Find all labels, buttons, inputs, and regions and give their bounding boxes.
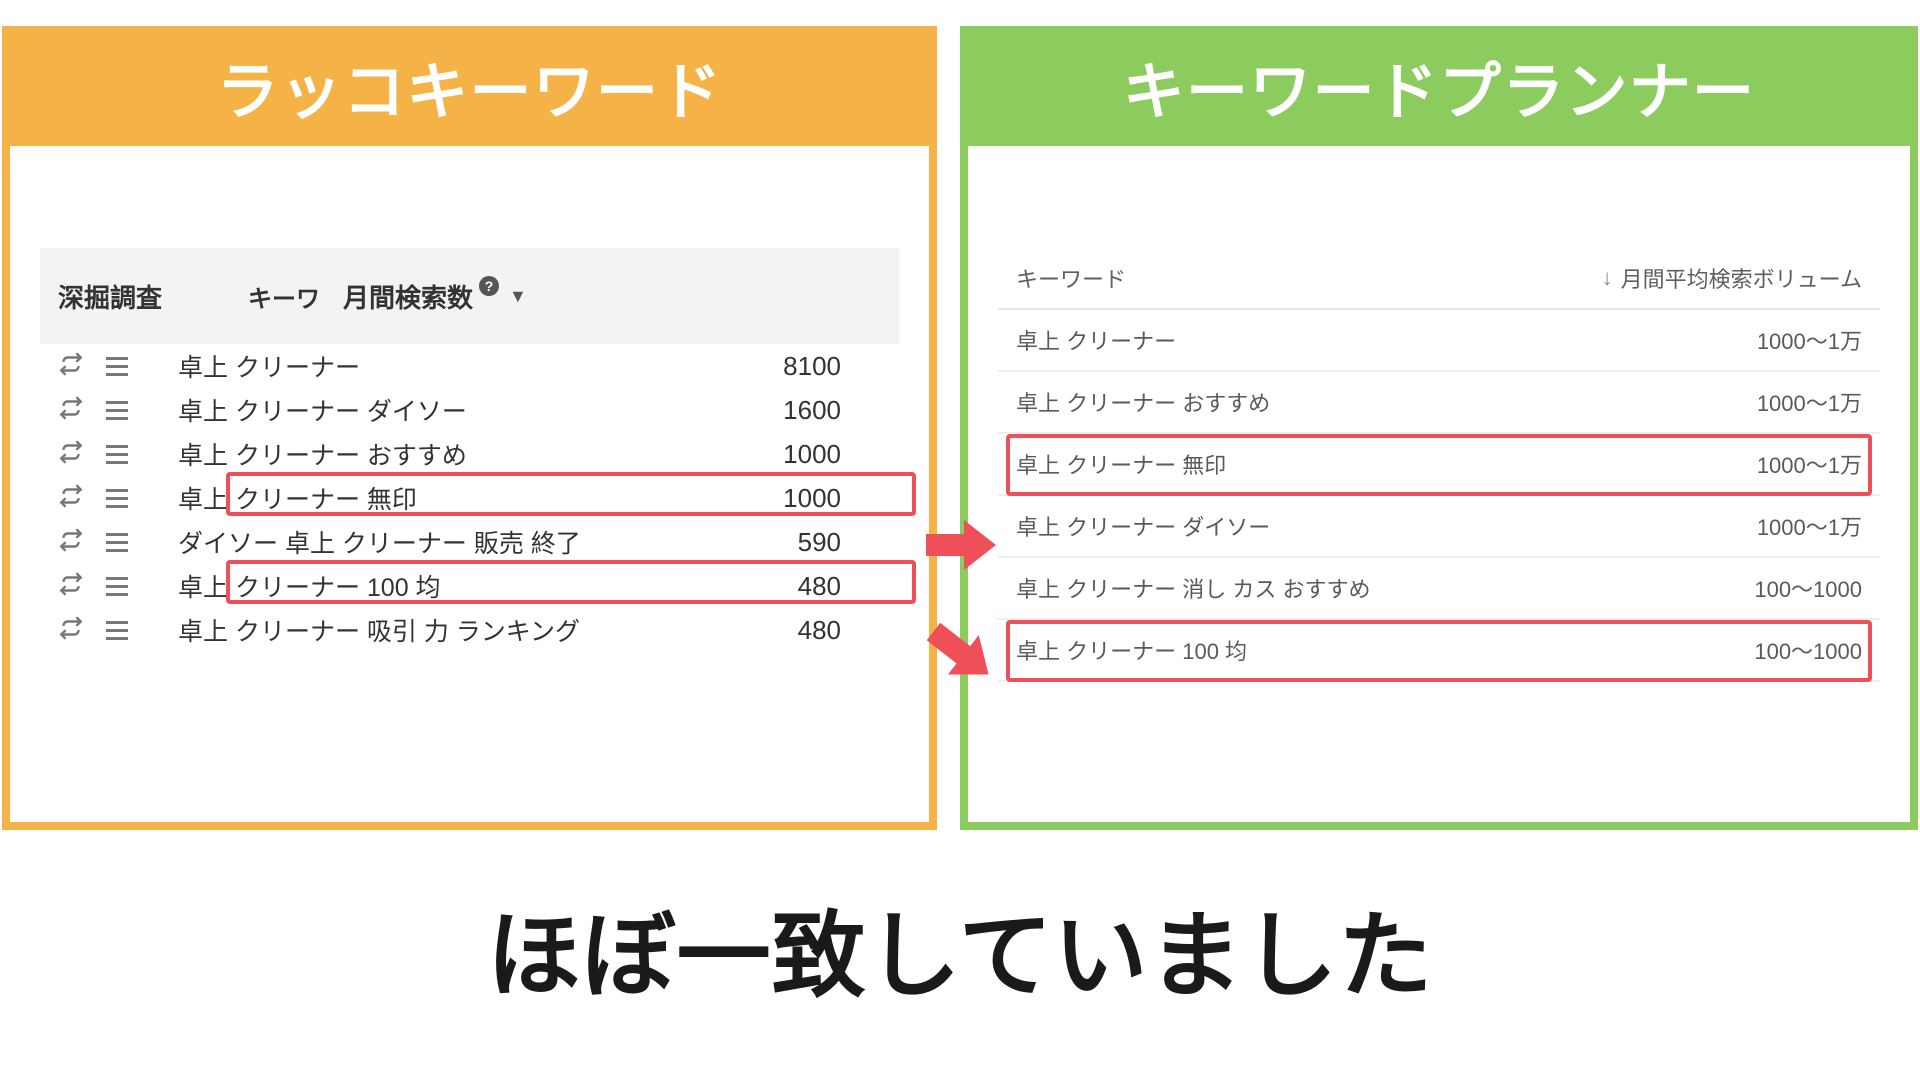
volume-cell: 1000～1万 bbox=[1642, 510, 1862, 542]
keyword-cell: 卓上 クリーナー 無印 bbox=[1016, 448, 1642, 480]
planner-table: キーワード ↓ 月間平均検索ボリューム 卓上 クリーナー1000～1万卓上 クリ… bbox=[998, 248, 1880, 682]
menu-icon[interactable] bbox=[106, 445, 128, 464]
retweet-icon[interactable] bbox=[58, 439, 84, 470]
table-row: 卓上 クリーナー8100 bbox=[40, 344, 899, 388]
sort-desc-icon[interactable]: ▼ bbox=[509, 286, 527, 307]
rakko-col-volume[interactable]: 月間検索数 ? ▼ bbox=[343, 278, 881, 315]
table-row: 卓上 クリーナー 消し カス おすすめ100～1000 bbox=[998, 558, 1880, 620]
keyword-cell: 卓上 クリーナー ダイソー bbox=[178, 392, 708, 428]
keyword-cell: 卓上 クリーナー 吸引 力 ランキング bbox=[178, 612, 708, 648]
panel-rakko-body: 深掘調査 キーワ 月間検索数 ? ▼ 卓上 クリーナー8100卓上 クリーナー … bbox=[40, 158, 899, 802]
rakko-col-keyword[interactable]: キーワ bbox=[248, 279, 343, 314]
menu-icon[interactable] bbox=[106, 401, 128, 420]
panel-planner-title: キーワードプランナー bbox=[960, 26, 1918, 146]
panel-planner-title-text: キーワードプランナー bbox=[1123, 41, 1755, 131]
retweet-icon[interactable] bbox=[58, 351, 84, 382]
retweet-icon[interactable] bbox=[58, 395, 84, 426]
table-row: 卓上 クリーナー1000～1万 bbox=[998, 310, 1880, 372]
keyword-cell: 卓上 クリーナー 消し カス おすすめ bbox=[1016, 572, 1642, 604]
table-row: 卓上 クリーナー おすすめ1000～1万 bbox=[998, 372, 1880, 434]
volume-cell: 480 bbox=[708, 571, 881, 602]
retweet-icon[interactable] bbox=[58, 615, 84, 646]
keyword-cell: 卓上 クリーナー おすすめ bbox=[178, 436, 708, 472]
table-row: ダイソー 卓上 クリーナー 販売 終了590 bbox=[40, 520, 899, 564]
planner-col-keyword[interactable]: キーワード bbox=[1016, 262, 1602, 294]
sort-asc-icon[interactable]: ↓ bbox=[1602, 265, 1613, 291]
keyword-cell: ダイソー 卓上 クリーナー 販売 終了 bbox=[178, 524, 708, 560]
volume-cell: 100～1000 bbox=[1642, 572, 1862, 604]
help-icon[interactable]: ? bbox=[479, 276, 499, 296]
rakko-col-volume-label: 月間検索数 bbox=[343, 278, 473, 315]
table-row: 卓上 クリーナー 無印1000 bbox=[40, 476, 899, 520]
retweet-icon[interactable] bbox=[58, 571, 84, 602]
volume-cell: 1000 bbox=[708, 483, 881, 514]
keyword-cell: 卓上 クリーナー bbox=[1016, 324, 1642, 356]
volume-cell: 1000～1万 bbox=[1642, 324, 1862, 356]
retweet-icon[interactable] bbox=[58, 483, 84, 514]
retweet-icon[interactable] bbox=[58, 527, 84, 558]
planner-col-volume[interactable]: ↓ 月間平均検索ボリューム bbox=[1602, 262, 1862, 294]
menu-icon[interactable] bbox=[106, 533, 128, 552]
volume-cell: 8100 bbox=[708, 351, 881, 382]
arrow-icon bbox=[926, 518, 996, 572]
volume-cell: 1600 bbox=[708, 395, 881, 426]
table-row: 卓上 クリーナー 無印1000～1万 bbox=[998, 434, 1880, 496]
table-row: 卓上 クリーナー 吸引 力 ランキング480 bbox=[40, 608, 899, 652]
volume-cell: 480 bbox=[708, 615, 881, 646]
planner-table-header: キーワード ↓ 月間平均検索ボリューム bbox=[998, 248, 1880, 310]
rakko-table-header: 深掘調査 キーワ 月間検索数 ? ▼ bbox=[40, 248, 899, 344]
panel-planner-body: キーワード ↓ 月間平均検索ボリューム 卓上 クリーナー1000～1万卓上 クリ… bbox=[998, 158, 1880, 802]
volume-cell: 1000 bbox=[708, 439, 881, 470]
volume-cell: 1000～1万 bbox=[1642, 386, 1862, 418]
table-row: 卓上 クリーナー 100 均100～1000 bbox=[998, 620, 1880, 682]
keyword-cell: 卓上 クリーナー 無印 bbox=[178, 480, 708, 516]
table-row: 卓上 クリーナー ダイソー1600 bbox=[40, 388, 899, 432]
panel-rakko-title-text: ラッコキーワード bbox=[217, 41, 723, 131]
menu-icon[interactable] bbox=[106, 357, 128, 376]
keyword-cell: 卓上 クリーナー 100 均 bbox=[1016, 634, 1642, 666]
panel-planner: キーワードプランナー キーワード ↓ 月間平均検索ボリューム 卓上 クリーナー1… bbox=[960, 30, 1918, 830]
keyword-cell: 卓上 クリーナー 100 均 bbox=[178, 568, 708, 604]
panel-rakko: ラッコキーワード 深掘調査 キーワ 月間検索数 ? ▼ 卓上 クリーナー8100… bbox=[2, 30, 937, 830]
keyword-cell: 卓上 クリーナー ダイソー bbox=[1016, 510, 1642, 542]
keyword-cell: 卓上 クリーナー bbox=[178, 348, 708, 384]
summary-text: ほぼ一致していました bbox=[0, 880, 1920, 1016]
table-row: 卓上 クリーナー 100 均480 bbox=[40, 564, 899, 608]
menu-icon[interactable] bbox=[106, 489, 128, 508]
panel-rakko-title: ラッコキーワード bbox=[2, 26, 937, 146]
volume-cell: 100～1000 bbox=[1642, 634, 1862, 666]
rakko-col-dig[interactable]: 深掘調査 bbox=[58, 278, 248, 315]
planner-col-volume-label: 月間平均検索ボリューム bbox=[1621, 262, 1862, 294]
keyword-cell: 卓上 クリーナー おすすめ bbox=[1016, 386, 1642, 418]
table-row: 卓上 クリーナー ダイソー1000～1万 bbox=[998, 496, 1880, 558]
volume-cell: 590 bbox=[708, 527, 881, 558]
volume-cell: 1000～1万 bbox=[1642, 448, 1862, 480]
menu-icon[interactable] bbox=[106, 577, 128, 596]
table-row: 卓上 クリーナー おすすめ1000 bbox=[40, 432, 899, 476]
menu-icon[interactable] bbox=[106, 621, 128, 640]
